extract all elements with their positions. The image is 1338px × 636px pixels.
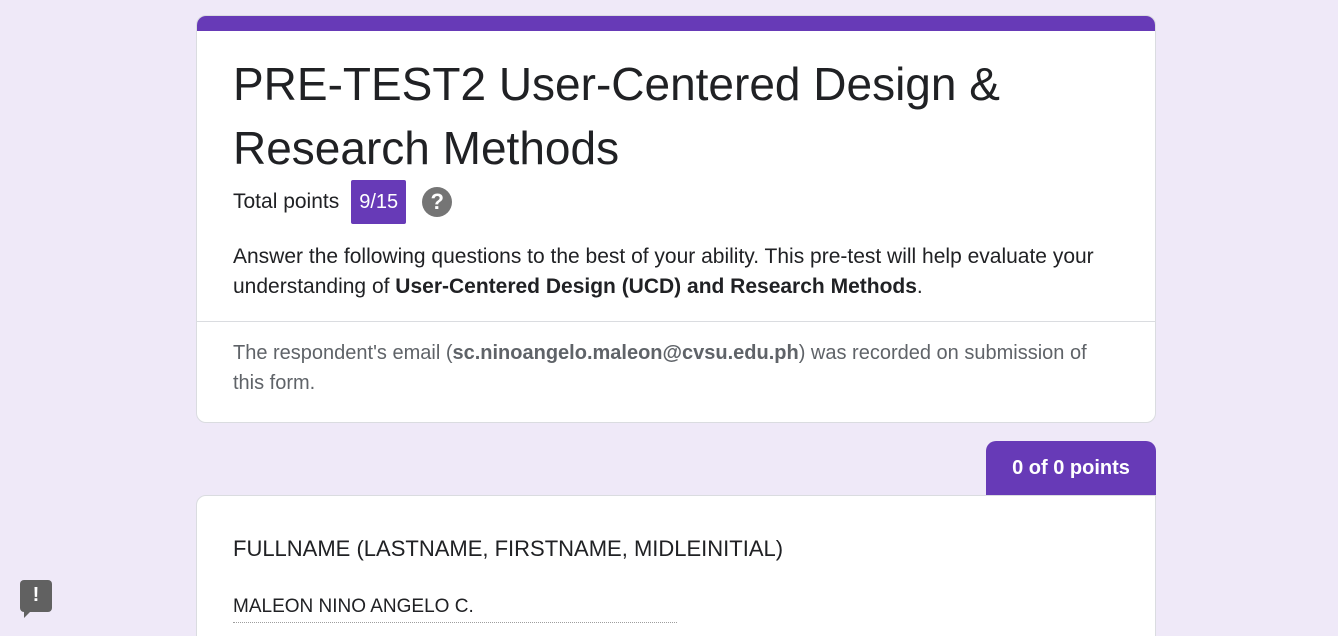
score-badge: 9/15	[351, 180, 407, 224]
question-title: FULLNAME (LASTNAME, FIRSTNAME, MIDLEINIT…	[233, 536, 784, 561]
question-card: FULLNAME (LASTNAME, FIRSTNAME, MIDLEINIT…	[196, 495, 1156, 636]
answer-text: MALEON NINO ANGELO C.	[233, 594, 677, 623]
form-header-card: PRE-TEST2 User-Centered Design & Researc…	[196, 15, 1156, 423]
form-description: Answer the following questions to the be…	[233, 242, 1123, 302]
accent-bar	[197, 16, 1155, 31]
description-emphasis: User-Centered Design (UCD) and Research …	[395, 275, 917, 298]
total-points-label: Total points	[233, 190, 340, 213]
email-recorded-note: The respondent's email (sc.ninoangelo.ma…	[233, 338, 1123, 398]
header-divider	[197, 321, 1155, 322]
total-points-row: Total points 9/15 ?	[233, 180, 453, 224]
respondent-email: sc.ninoangelo.maleon@cvsu.edu.ph	[452, 342, 799, 364]
form-title: PRE-TEST2 User-Centered Design & Researc…	[233, 58, 1000, 174]
description-suffix: .	[916, 275, 923, 298]
email-note-prefix: The respondent's email (	[233, 342, 453, 364]
form-page: PRE-TEST2 User-Centered Design & Researc…	[0, 0, 1338, 636]
section-points-tab: 0 of 0 points	[986, 441, 1156, 497]
report-feedback-icon[interactable]: !	[20, 580, 52, 618]
help-icon[interactable]: ?	[422, 187, 453, 217]
